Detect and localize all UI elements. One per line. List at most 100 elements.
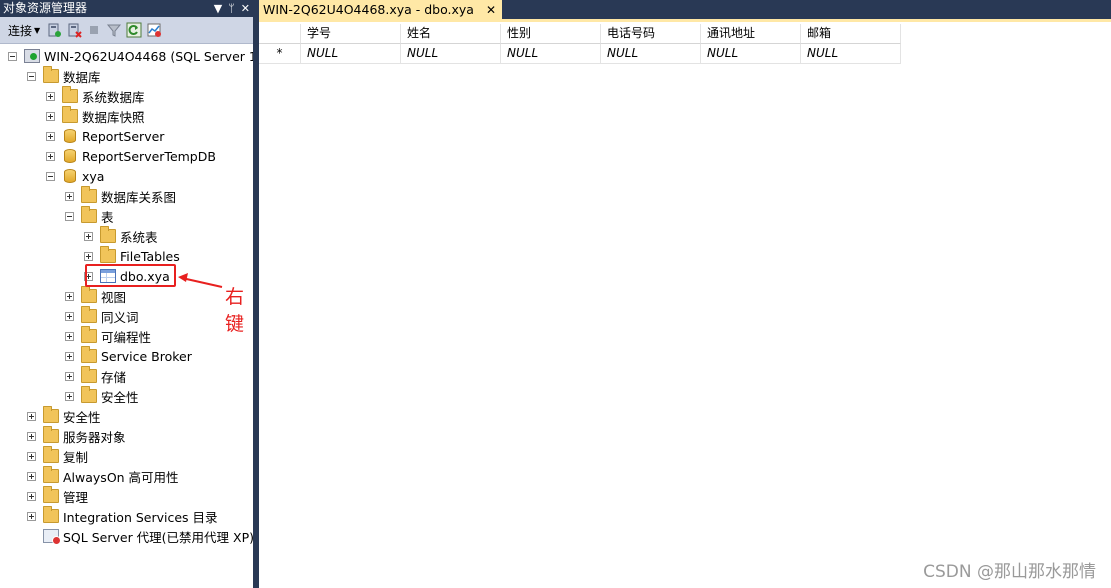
- grid-cell[interactable]: NULL: [801, 44, 901, 64]
- refresh-button[interactable]: [125, 21, 143, 39]
- tree-node-reportserver[interactable]: ReportServer: [46, 126, 164, 146]
- object-explorer-tree: WIN-2Q62U4O4468 (SQL Server 11 数据库 系统数据库…: [0, 44, 265, 588]
- tree-node-label: 表: [101, 209, 114, 225]
- expand-icon[interactable]: [27, 451, 36, 461]
- panel-menu-icon[interactable]: ▼: [214, 0, 222, 17]
- tree-node-db-snapshots[interactable]: 数据库快照: [46, 106, 145, 126]
- collapse-icon[interactable]: [27, 71, 36, 81]
- tree-node-label: 安全性: [101, 389, 139, 405]
- folder-icon: [43, 506, 59, 523]
- tab-underline: [259, 19, 1111, 22]
- new-row-marker[interactable]: *: [259, 44, 301, 64]
- expand-icon[interactable]: [46, 151, 55, 161]
- connect-dropdown[interactable]: 连接 ▼: [5, 22, 43, 39]
- tree-node-databases[interactable]: 数据库: [27, 66, 101, 86]
- tab-dbo-xya[interactable]: WIN-2Q62U4O4468.xya - dbo.xya ✕: [259, 0, 503, 19]
- expand-icon[interactable]: [27, 511, 36, 521]
- tree-node-label: ReportServerTempDB: [82, 148, 216, 164]
- panel-title: 对象资源管理器: [3, 1, 88, 15]
- filter-button[interactable]: [105, 21, 123, 39]
- tree-node-label: Service Broker: [101, 348, 192, 364]
- expand-icon[interactable]: [27, 471, 36, 481]
- tree-node-server[interactable]: WIN-2Q62U4O4468 (SQL Server 11: [8, 46, 265, 66]
- connect-server-button[interactable]: [45, 21, 63, 39]
- expand-icon[interactable]: [46, 131, 55, 141]
- close-icon[interactable]: ✕: [241, 0, 250, 17]
- expand-icon[interactable]: [65, 391, 74, 401]
- expand-icon[interactable]: [46, 111, 55, 121]
- tree-node-tables[interactable]: 表: [65, 206, 114, 226]
- table-icon: [100, 269, 116, 283]
- refresh-icon: [126, 22, 142, 38]
- column-header[interactable]: 性别: [501, 24, 601, 44]
- folder-icon: [81, 306, 97, 323]
- tree-node-label: 存储: [101, 369, 127, 385]
- expand-icon[interactable]: [65, 331, 74, 341]
- collapse-icon[interactable]: [46, 171, 55, 181]
- tree-node-label: dbo.xya: [120, 268, 170, 284]
- grid-cell[interactable]: NULL: [501, 44, 601, 64]
- expand-icon[interactable]: [65, 351, 74, 361]
- column-header[interactable]: 学号: [301, 24, 401, 44]
- grid-cell[interactable]: NULL: [601, 44, 701, 64]
- tree-node-db-security[interactable]: 安全性: [65, 386, 139, 406]
- activity-monitor-button[interactable]: [145, 21, 163, 39]
- column-header[interactable]: 通讯地址: [701, 24, 801, 44]
- grid-cell[interactable]: NULL: [301, 44, 401, 64]
- tree-node-filetables[interactable]: FileTables: [84, 246, 180, 266]
- disconnect-icon: [68, 23, 82, 38]
- tree-node-integration-services[interactable]: Integration Services 目录: [27, 506, 218, 526]
- tab-label: WIN-2Q62U4O4468.xya - dbo.xya: [263, 2, 474, 17]
- pin-icon[interactable]: ᛘ: [228, 0, 235, 17]
- tree-node-security[interactable]: 安全性: [27, 406, 101, 426]
- folder-icon: [81, 366, 97, 383]
- collapse-icon[interactable]: [8, 51, 17, 61]
- tree-node-service-broker[interactable]: Service Broker: [65, 346, 192, 366]
- watermark: CSDN @那山那水那情: [923, 562, 1096, 582]
- collapse-icon[interactable]: [65, 211, 74, 221]
- tree-node-server-objects[interactable]: 服务器对象: [27, 426, 126, 446]
- expand-icon[interactable]: [84, 271, 93, 281]
- column-header[interactable]: 电话号码: [601, 24, 701, 44]
- folder-icon: [43, 446, 59, 463]
- column-header[interactable]: 姓名: [401, 24, 501, 44]
- stop-button[interactable]: [85, 21, 103, 39]
- expand-icon[interactable]: [65, 191, 74, 201]
- tree-node-alwayson[interactable]: AlwaysOn 高可用性: [27, 466, 179, 486]
- object-explorer-panel: 对象资源管理器 ▼ ᛘ ✕ 连接 ▼ WIN-2Q62U4O4468 (SQL …: [0, 0, 265, 588]
- tree-node-sql-agent[interactable]: SQL Server 代理(已禁用代理 XP): [27, 526, 254, 546]
- tree-node-management[interactable]: 管理: [27, 486, 88, 506]
- tree-node-views[interactable]: 视图: [65, 286, 126, 306]
- expand-icon[interactable]: [27, 491, 36, 501]
- grid-cell[interactable]: NULL: [401, 44, 501, 64]
- expand-icon[interactable]: [65, 291, 74, 301]
- tree-node-label: SQL Server 代理(已禁用代理 XP): [63, 529, 255, 545]
- table-row: * NULL NULL NULL NULL NULL NULL: [259, 44, 901, 64]
- expand-icon[interactable]: [65, 311, 74, 321]
- expand-icon[interactable]: [46, 91, 55, 101]
- close-icon[interactable]: ✕: [486, 3, 496, 17]
- object-explorer-toolbar: 连接 ▼: [0, 17, 253, 44]
- expand-icon[interactable]: [27, 431, 36, 441]
- tree-node-dbo-xya[interactable]: dbo.xya: [84, 266, 170, 286]
- folder-icon: [100, 226, 116, 243]
- tree-node-xya[interactable]: xya: [46, 166, 104, 186]
- tree-node-system-tables[interactable]: 系统表: [84, 226, 158, 246]
- tree-node-system-databases[interactable]: 系统数据库: [46, 86, 145, 106]
- tree-node-db-diagrams[interactable]: 数据库关系图: [65, 186, 176, 206]
- tree-node-label: 服务器对象: [63, 429, 126, 445]
- tree-node-label: 系统数据库: [82, 89, 145, 105]
- expand-icon[interactable]: [65, 371, 74, 381]
- expand-icon[interactable]: [84, 251, 93, 261]
- tree-node-reportservertempdb[interactable]: ReportServerTempDB: [46, 146, 216, 166]
- grid-cell[interactable]: NULL: [701, 44, 801, 64]
- tree-node-replication[interactable]: 复制: [27, 446, 88, 466]
- column-header[interactable]: 邮箱: [801, 24, 901, 44]
- disconnect-button[interactable]: [65, 21, 83, 39]
- tree-node-storage[interactable]: 存储: [65, 366, 126, 386]
- panel-splitter[interactable]: [253, 0, 259, 588]
- tree-node-programmability[interactable]: 可编程性: [65, 326, 151, 346]
- expand-icon[interactable]: [27, 411, 36, 421]
- expand-icon[interactable]: [84, 231, 93, 241]
- tree-node-synonyms[interactable]: 同义词: [65, 306, 139, 326]
